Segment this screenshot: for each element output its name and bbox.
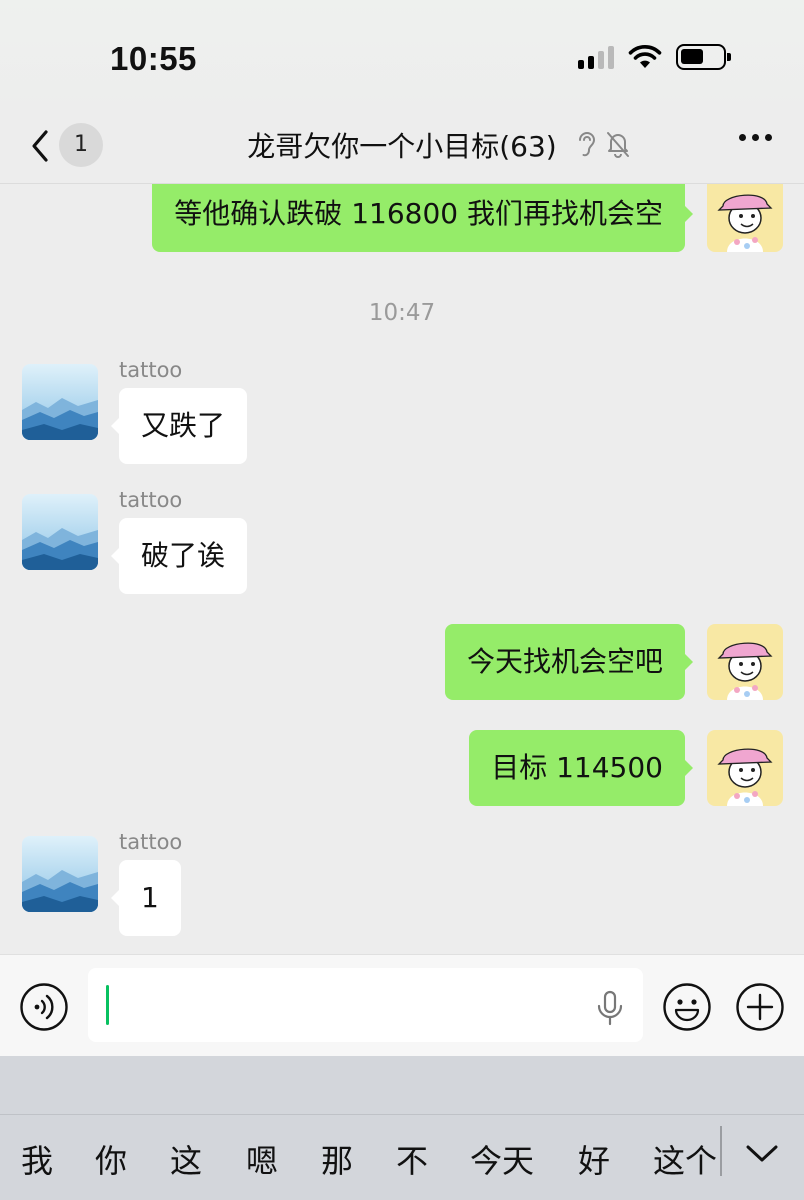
sender-name: tattoo <box>119 488 183 512</box>
bell-slash-icon <box>607 132 629 158</box>
ear-icon <box>579 132 596 157</box>
candidate-word[interactable]: 今天 <box>470 1136 534 1182</box>
cellular-signal-icon <box>578 45 614 69</box>
message-bubble-incoming[interactable]: 又跌了 <box>110 388 248 464</box>
message-bubble-incoming[interactable]: 破了诶 <box>110 518 248 594</box>
status-time: 10:55 <box>110 40 197 77</box>
plus-icon[interactable] <box>735 982 785 1032</box>
message-input[interactable] <box>88 968 643 1042</box>
message-list[interactable]: 等他确认跌破 116800 我们再找机会空 10:47 tattoo 又跌了 t… <box>0 184 804 954</box>
chat-title[interactable]: 龙哥欠你一个小目标(63) <box>247 130 556 163</box>
status-icons <box>578 44 731 70</box>
sender-avatar[interactable] <box>22 836 98 912</box>
candidate-word[interactable]: 我 <box>21 1136 53 1182</box>
candidate-bar: 我 你 这 嗯 那 不 今天 好 这个 <box>0 1114 720 1200</box>
sender-name: tattoo <box>119 830 183 854</box>
voice-icon[interactable] <box>19 982 69 1032</box>
chat-status-icons <box>576 129 632 159</box>
candidate-word[interactable]: 嗯 <box>246 1136 278 1182</box>
my-avatar[interactable] <box>707 624 783 700</box>
message-bubble-outgoing[interactable]: 目标 114500 <box>469 730 693 806</box>
candidate-separator <box>720 1126 722 1176</box>
wifi-icon <box>628 45 662 68</box>
status-bar: 10:55 <box>0 0 804 110</box>
message-bubble-outgoing[interactable]: 等他确认跌破 116800 我们再找机会空 <box>152 184 693 252</box>
input-bar <box>0 954 804 1056</box>
text-caret <box>106 985 109 1025</box>
message-timestamp: 10:47 <box>368 300 436 326</box>
candidate-word[interactable]: 你 <box>95 1136 127 1182</box>
candidate-word[interactable]: 好 <box>578 1136 610 1182</box>
my-avatar[interactable] <box>707 184 783 252</box>
chat-header: 1 龙哥欠你一个小目标(63) <box>0 110 804 184</box>
sender-avatar[interactable] <box>22 364 98 440</box>
sender-avatar[interactable] <box>22 494 98 570</box>
sender-name: tattoo <box>119 358 183 382</box>
chevron-down-icon[interactable] <box>744 1140 780 1166</box>
microphone-icon[interactable] <box>594 990 626 1026</box>
my-avatar[interactable] <box>707 730 783 806</box>
more-dots-icon[interactable] <box>739 134 772 141</box>
candidate-word[interactable]: 那 <box>321 1136 353 1182</box>
message-bubble-outgoing[interactable]: 今天找机会空吧 <box>444 624 694 700</box>
candidate-word[interactable]: 不 <box>396 1136 428 1182</box>
keyboard-panel: 我 你 这 嗯 那 不 今天 好 这个 <box>0 1056 804 1200</box>
message-bubble-incoming[interactable]: 1 <box>111 860 181 936</box>
chat-title-wrap: 龙哥欠你一个小目标(63) <box>0 125 804 165</box>
emoji-icon[interactable] <box>662 982 712 1032</box>
candidate-word[interactable]: 这 <box>170 1136 202 1182</box>
candidate-word[interactable]: 这个 <box>653 1136 717 1182</box>
battery-icon <box>676 44 731 70</box>
